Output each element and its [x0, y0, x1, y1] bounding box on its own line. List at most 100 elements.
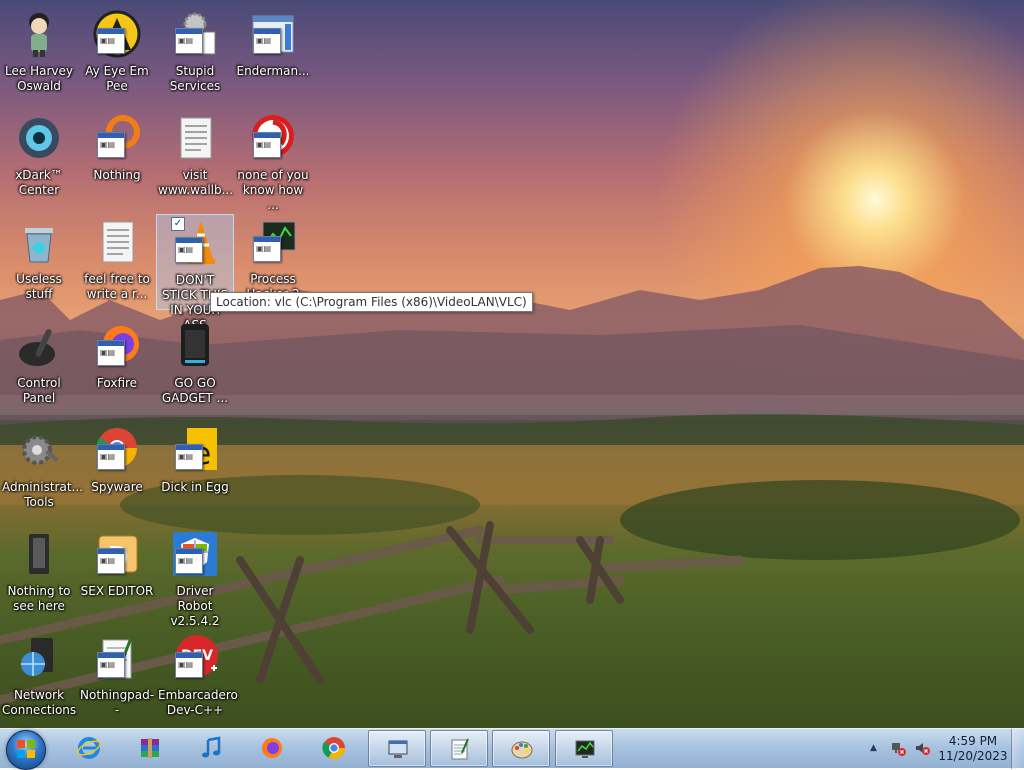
- notepad-icon: [451, 738, 469, 760]
- taskbar-notepad[interactable]: [430, 730, 488, 767]
- app-window-overlay-icon: [97, 444, 125, 470]
- process-monitor-icon: [575, 740, 595, 758]
- show-hidden-icons-arrow-icon[interactable]: ▲: [870, 743, 877, 753]
- desktop-icon-stupid-services[interactable]: Stupid Services: [156, 6, 234, 102]
- network-error-icon[interactable]: [890, 740, 906, 756]
- desktop-icon-enderman[interactable]: Enderman...: [234, 6, 312, 102]
- app-window-overlay-icon: [175, 652, 203, 678]
- icon-label: Nothing: [93, 168, 141, 182]
- desktop-icon-none-of-you-know-how[interactable]: none of you know how ...: [234, 110, 312, 212]
- icon-label: feel free to write a r...: [84, 272, 150, 301]
- notepad-icon: [93, 634, 141, 682]
- desktop-icon-dick-in-egg[interactable]: e Dick in Egg: [156, 422, 234, 518]
- icon-label: Useless stuff: [16, 272, 62, 301]
- paint-icon: [511, 741, 533, 759]
- icon-label: Embarcadero Dev-C++: [158, 688, 238, 717]
- taskbar-internet-explorer[interactable]: [60, 730, 118, 767]
- dev-editor-icon: e: [171, 426, 219, 474]
- app-window-overlay-icon: [253, 28, 281, 54]
- icon-label: Administrat... Tools: [2, 480, 83, 509]
- desktop-icon-driver-robot[interactable]: Driver Robot v2.5.4.2: [156, 526, 234, 628]
- character-icon: [15, 10, 63, 58]
- icon-label: Network Connections: [2, 688, 77, 717]
- editor-icon: D: [93, 530, 141, 578]
- services-gear-icon: [171, 10, 219, 58]
- control-panel-icon: [15, 322, 63, 370]
- taskbar-paint[interactable]: [492, 730, 550, 767]
- desktop-icon-xdark-center[interactable]: xDark™ Center: [0, 110, 78, 206]
- empty-folder-icon: [15, 530, 63, 578]
- desktop-icon-nothing[interactable]: Nothing: [78, 110, 156, 206]
- chrome-icon: [322, 737, 345, 759]
- system-clock[interactable]: 4:59 PM 11/20/2023: [938, 734, 1008, 764]
- vlc-cone-icon: [171, 219, 219, 267]
- taskbar: ▲ 4:59 PM 11/20/2023: [0, 728, 1024, 770]
- computer-window-icon: [388, 740, 408, 758]
- process-monitor-icon: [249, 218, 297, 266]
- clock-date: 11/20/2023: [938, 749, 1008, 763]
- icon-label: Spyware: [91, 480, 143, 494]
- taskbar-computer-window[interactable]: [368, 730, 426, 767]
- desktop-icon-network-connections[interactable]: Network Connections: [0, 630, 78, 726]
- taskbar-music-player[interactable]: [182, 730, 240, 767]
- taskbar-process-hacker[interactable]: [555, 730, 613, 767]
- winrar-icon: [141, 738, 159, 758]
- taskbar-firefox[interactable]: [243, 730, 301, 767]
- app-window-overlay-icon: [97, 652, 125, 678]
- app-window-overlay-icon: [97, 548, 125, 574]
- chrome-icon: [93, 426, 141, 474]
- app-window-overlay-icon: [175, 444, 203, 470]
- icon-label: Control Panel: [17, 376, 61, 405]
- recycle-bin-icon: [15, 218, 63, 266]
- desktop-icon-spyware[interactable]: Spyware: [78, 422, 156, 518]
- icon-label: Stupid Services: [169, 64, 221, 93]
- desktop-icon-lee-harvey-oswald[interactable]: Lee Harvey Oswald: [0, 6, 78, 102]
- desktop-icon-sex-editor[interactable]: D SEX EDITOR: [78, 526, 156, 622]
- icon-label: GO GO GADGET ...: [161, 376, 229, 405]
- taskbar-winrar[interactable]: [121, 730, 179, 767]
- app-window-overlay-icon: [175, 548, 203, 574]
- admin-tools-icon: [15, 426, 63, 474]
- taskbar-chrome[interactable]: [305, 730, 363, 767]
- app-window-overlay-icon: [97, 340, 125, 366]
- desktop-icon-administrative-tools[interactable]: Administrat... Tools: [0, 422, 83, 518]
- dark-center-icon: [15, 114, 63, 162]
- desktop-icon-ay-eye-em-pee[interactable]: Ay Eye Em Pee: [78, 6, 156, 102]
- icon-label: Driver Robot v2.5.4.2: [170, 584, 220, 628]
- desktop-icon-embarcadero-dev-cpp[interactable]: DEV Embarcadero Dev-C++: [156, 630, 238, 726]
- icon-label: Nothing to see here: [7, 584, 71, 613]
- icon-location-tooltip: Location: vlc (C:\Program Files (x86)\Vi…: [210, 292, 533, 312]
- desktop-icon-feel-free-to-write[interactable]: feel free to write a r...: [78, 214, 156, 310]
- start-button[interactable]: [6, 730, 46, 770]
- desktop-icon-go-go-gadget[interactable]: GO GO GADGET ...: [156, 318, 234, 414]
- orange-ring-icon: [93, 114, 141, 162]
- app-window-overlay-icon: [97, 132, 125, 158]
- icon-label: visit www.wallb...: [158, 168, 234, 197]
- clock-time: 4:59 PM: [948, 734, 998, 748]
- dev-cpp-icon: DEV: [171, 634, 219, 682]
- icon-label: xDark™ Center: [15, 168, 63, 197]
- app-window-overlay-icon: [253, 236, 281, 262]
- text-document-icon: [93, 218, 141, 266]
- icon-label: Ay Eye Em Pee: [85, 64, 149, 93]
- app-window-overlay-icon: [253, 132, 281, 158]
- desktop-icon-control-panel[interactable]: Control Panel: [0, 318, 78, 414]
- desktop-icon-foxfire[interactable]: Foxfire: [78, 318, 156, 414]
- gadget-icon: [171, 322, 219, 370]
- desktop-icon-useless-stuff[interactable]: Useless stuff: [0, 214, 78, 310]
- firefox-icon: [262, 738, 282, 758]
- desktop-icon-nothingpad[interactable]: Nothingpad--: [78, 630, 156, 726]
- aim-icon: [93, 10, 141, 58]
- icon-label: Lee Harvey Oswald: [5, 64, 73, 93]
- show-desktop-button[interactable]: [1011, 729, 1024, 769]
- icon-label: Nothingpad--: [80, 688, 155, 717]
- app-window-overlay-icon: [175, 237, 203, 263]
- desktop-icon-nothing-to-see-here[interactable]: Nothing to see here: [0, 526, 78, 622]
- shield-icon: [171, 530, 219, 578]
- volume-muted-icon[interactable]: [914, 740, 930, 756]
- icon-label: Enderman...: [236, 64, 310, 78]
- icon-label: SEX EDITOR: [80, 584, 154, 598]
- desktop-icon-visit-wallb[interactable]: visit www.wallb...: [156, 110, 234, 206]
- app-window-overlay-icon: [175, 28, 203, 54]
- app-window-overlay-icon: [97, 28, 125, 54]
